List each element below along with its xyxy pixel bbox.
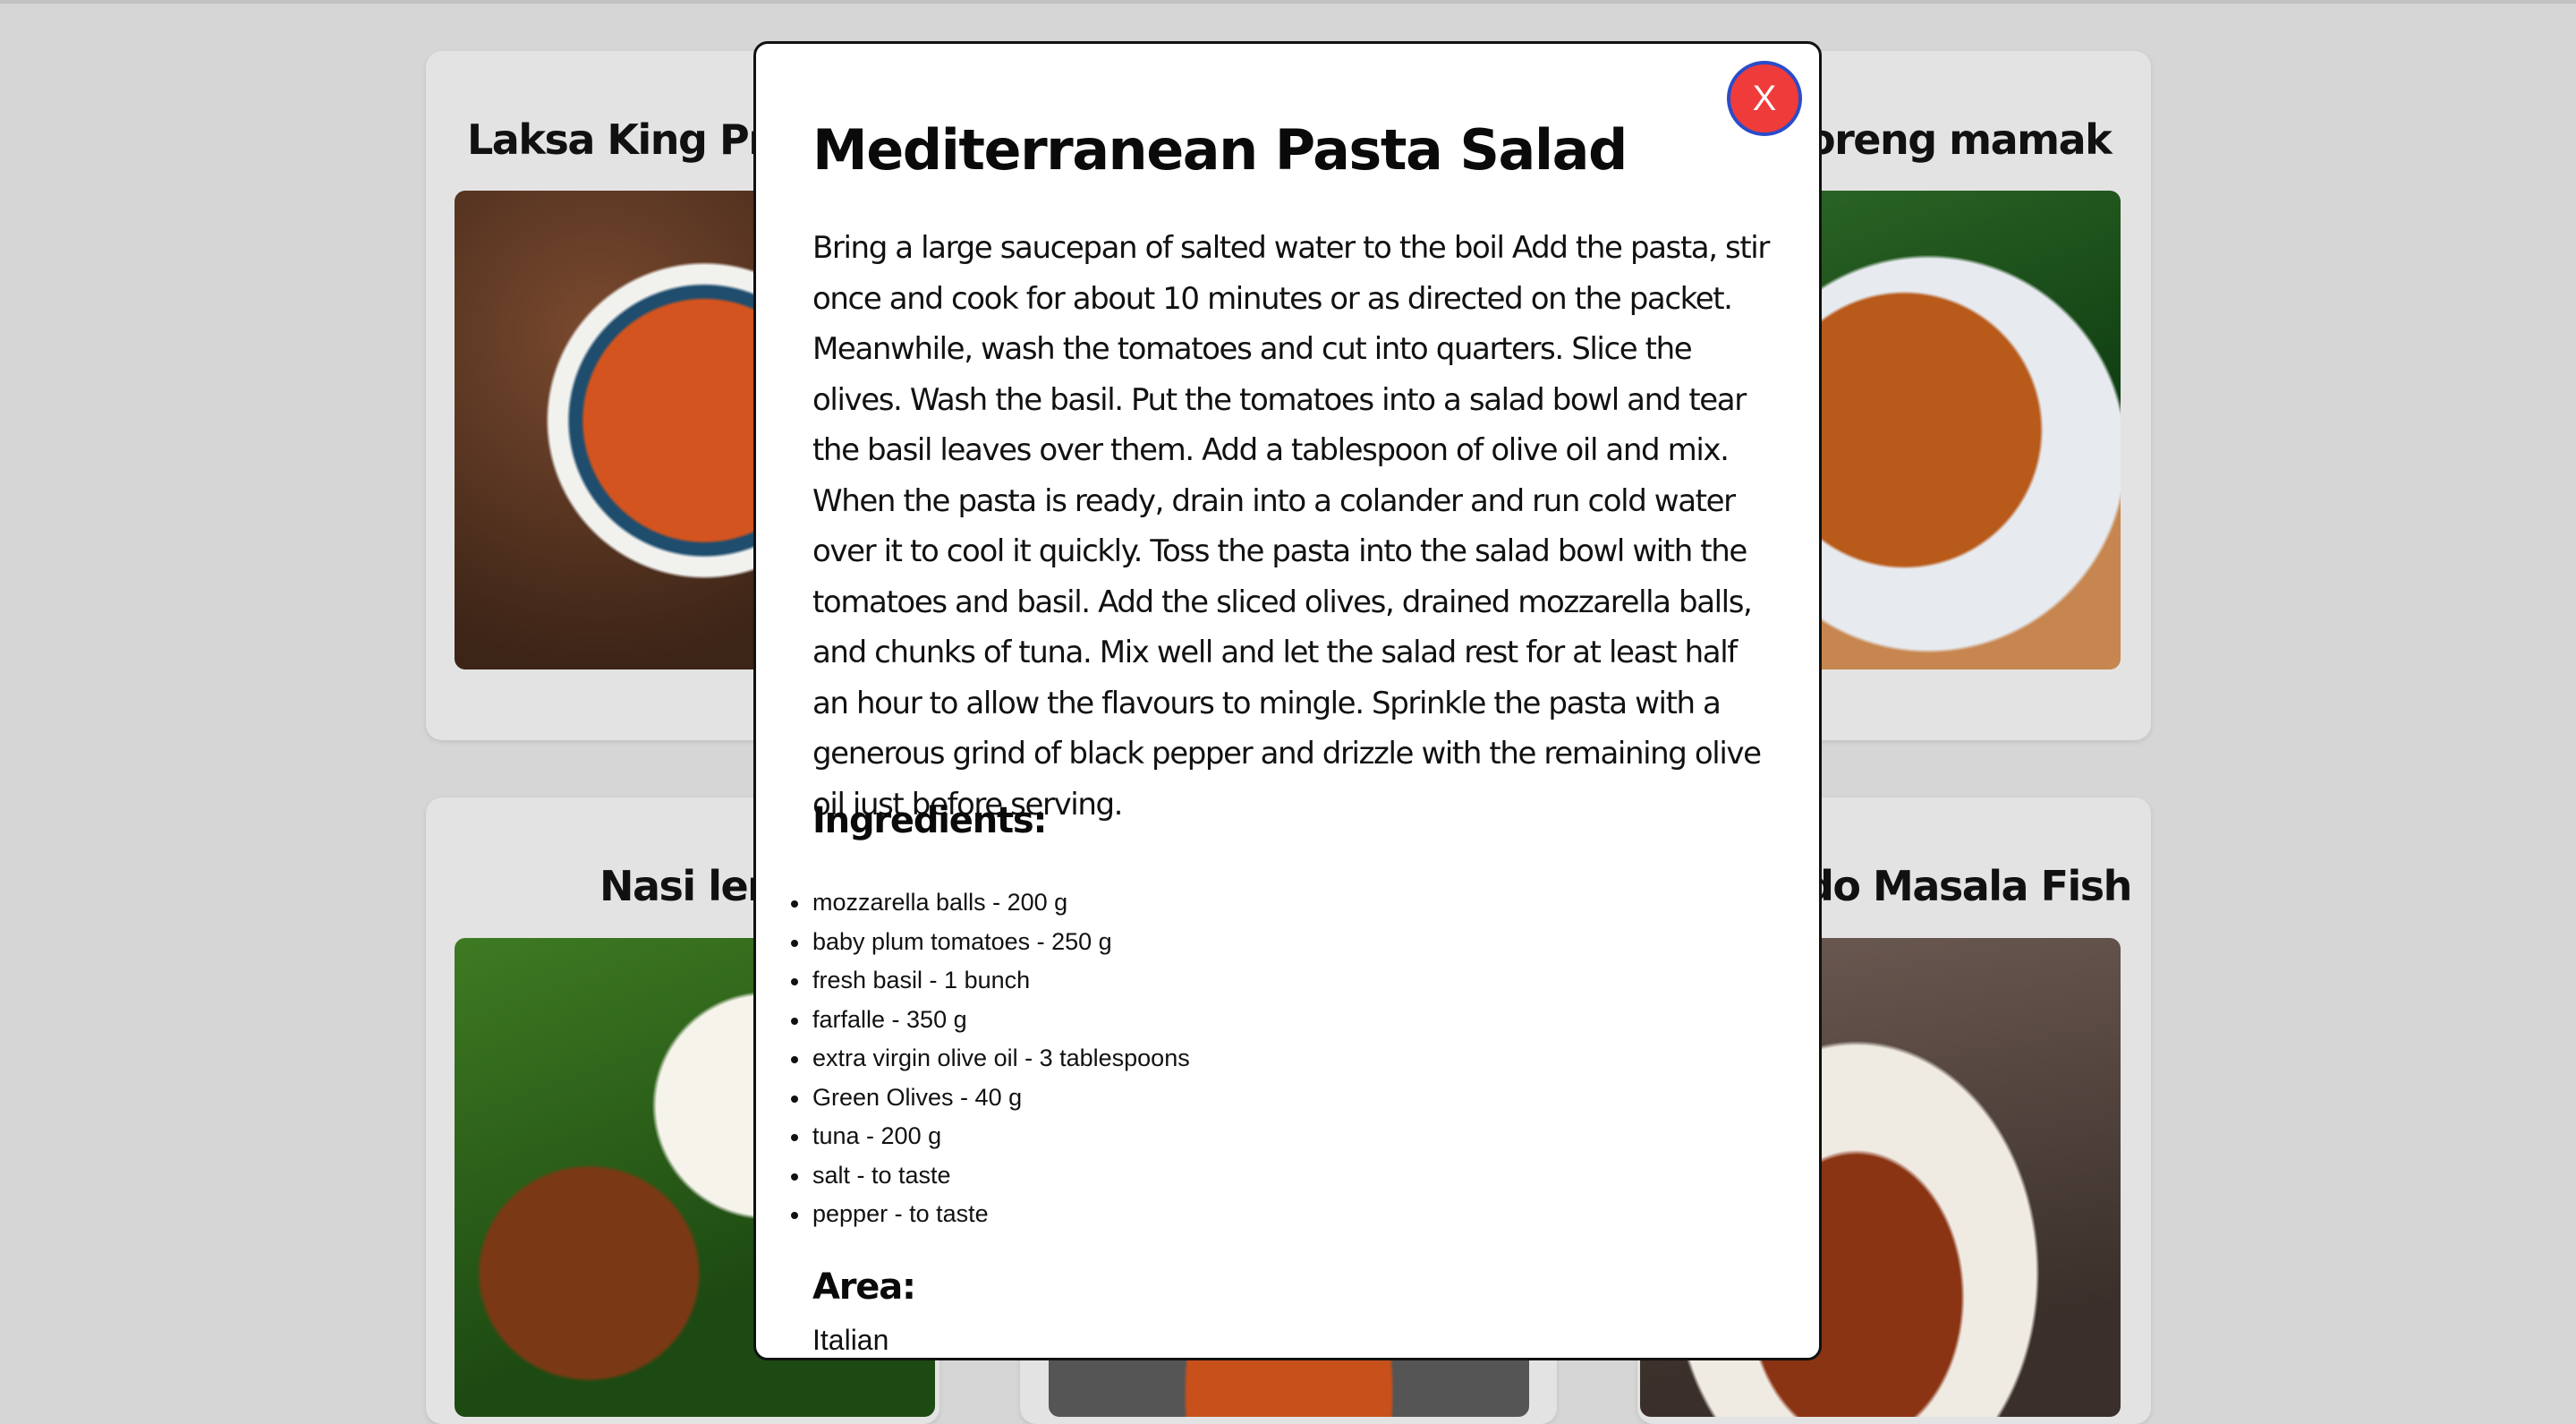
recipe-card-title: do Masala Fish xyxy=(1805,862,2132,910)
ingredient-item: salt - to taste xyxy=(791,1156,1190,1196)
recipe-modal: X Mediterranean Pasta Salad Bring a larg… xyxy=(753,41,1822,1360)
ingredient-item: pepper - to taste xyxy=(791,1195,1190,1234)
top-rule xyxy=(0,0,2576,4)
area-value: Italian xyxy=(812,1324,889,1356)
ingredient-item: tuna - 200 g xyxy=(791,1117,1190,1156)
ingredient-item: Green Olives - 40 g xyxy=(791,1079,1190,1118)
recipe-instructions: Bring a large saucepan of salted water t… xyxy=(812,230,1770,823)
ingredient-item: extra virgin olive oil - 3 tablespoons xyxy=(791,1039,1190,1079)
modal-title: Mediterranean Pasta Salad xyxy=(812,117,1628,183)
recipe-card-title: oreng mamak xyxy=(1807,115,2113,164)
close-button[interactable]: X xyxy=(1727,61,1802,136)
ingredients-list: mozzarella balls - 200 g baby plum tomat… xyxy=(791,883,1190,1234)
ingredient-item: mozzarella balls - 200 g xyxy=(791,883,1190,923)
ingredient-item: fresh basil - 1 bunch xyxy=(791,961,1190,1001)
area-heading: Area: xyxy=(812,1266,916,1308)
ingredient-item: baby plum tomatoes - 250 g xyxy=(791,923,1190,962)
ingredient-item: farfalle - 350 g xyxy=(791,1001,1190,1040)
ingredients-heading: Ingredients: xyxy=(812,800,1048,841)
